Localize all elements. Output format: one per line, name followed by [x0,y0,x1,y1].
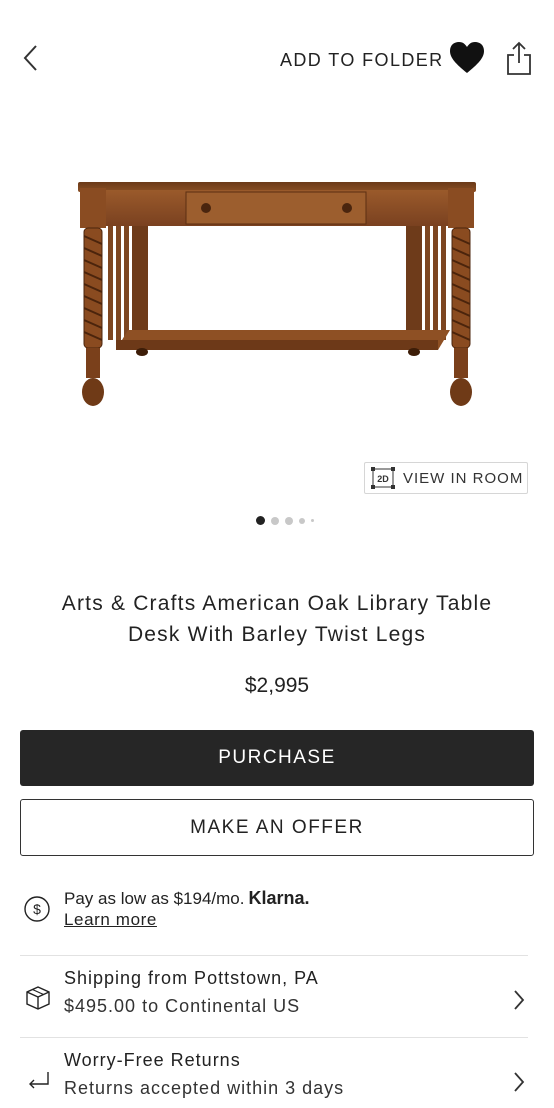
return-arrow-icon [24,1066,52,1094]
product-price: $2,995 [244,674,310,697]
package-box-icon [24,984,52,1012]
divider [20,955,528,956]
carousel-dot[interactable] [285,516,293,525]
financing-info: $ Pay as low as $194/mo. Klarna. Learn mo… [20,884,534,944]
financing-text: Pay as low as $194/mo. Klarna. [64,888,310,909]
shipping-row[interactable]: Shipping from Pottstown, PA $495.00 to C… [20,962,534,1032]
carousel-dot[interactable] [299,517,305,524]
share-icon[interactable] [504,40,534,76]
top-bar: ADD TO FOLDER [0,0,554,110]
back-chevron-icon[interactable] [18,42,46,74]
2d-room-icon: 2D [371,467,395,489]
make-an-offer-button[interactable]: MAKE AN OFFER [20,799,534,856]
returns-row[interactable]: Worry-Free Returns Returns accepted with… [20,1044,534,1108]
dollar-circle-icon: $ [24,896,50,922]
add-to-folder-button[interactable]: ADD TO FOLDER [280,50,444,71]
carousel-dot[interactable] [271,516,279,525]
carousel-dot-active[interactable] [256,516,265,525]
shipping-title: Shipping from Pottstown, PA [64,968,319,988]
view-in-room-badge: 2D [377,474,389,484]
view-in-room-label: VIEW IN ROOM [403,469,524,487]
heart-icon[interactable] [448,40,486,76]
svg-text:$: $ [33,901,41,917]
carousel-dot[interactable] [311,519,314,522]
carousel-dots[interactable] [256,516,314,525]
financing-amount-text: Pay as low as $194/mo. [64,889,245,908]
product-title-line1: Arts & Crafts American Oak Library Table [61,592,493,615]
product-title-line2: Desk With Barley Twist Legs [127,623,427,646]
returns-title: Worry-Free Returns [64,1050,241,1070]
shipping-detail: $495.00 to Continental US [64,996,301,1016]
returns-detail: Returns accepted within 3 days [64,1078,345,1098]
klarna-logo: Klarna. [248,888,310,908]
purchase-button[interactable]: PURCHASE [20,730,534,786]
chevron-right-icon [512,988,526,1012]
divider [20,1037,528,1038]
product-title: Arts & Crafts American Oak Library Table… [20,588,534,650]
view-in-room-button[interactable]: 2D VIEW IN ROOM [364,462,528,494]
product-image[interactable] [70,170,484,420]
learn-more-link[interactable]: Learn more [64,910,157,930]
chevron-right-icon [512,1070,526,1094]
